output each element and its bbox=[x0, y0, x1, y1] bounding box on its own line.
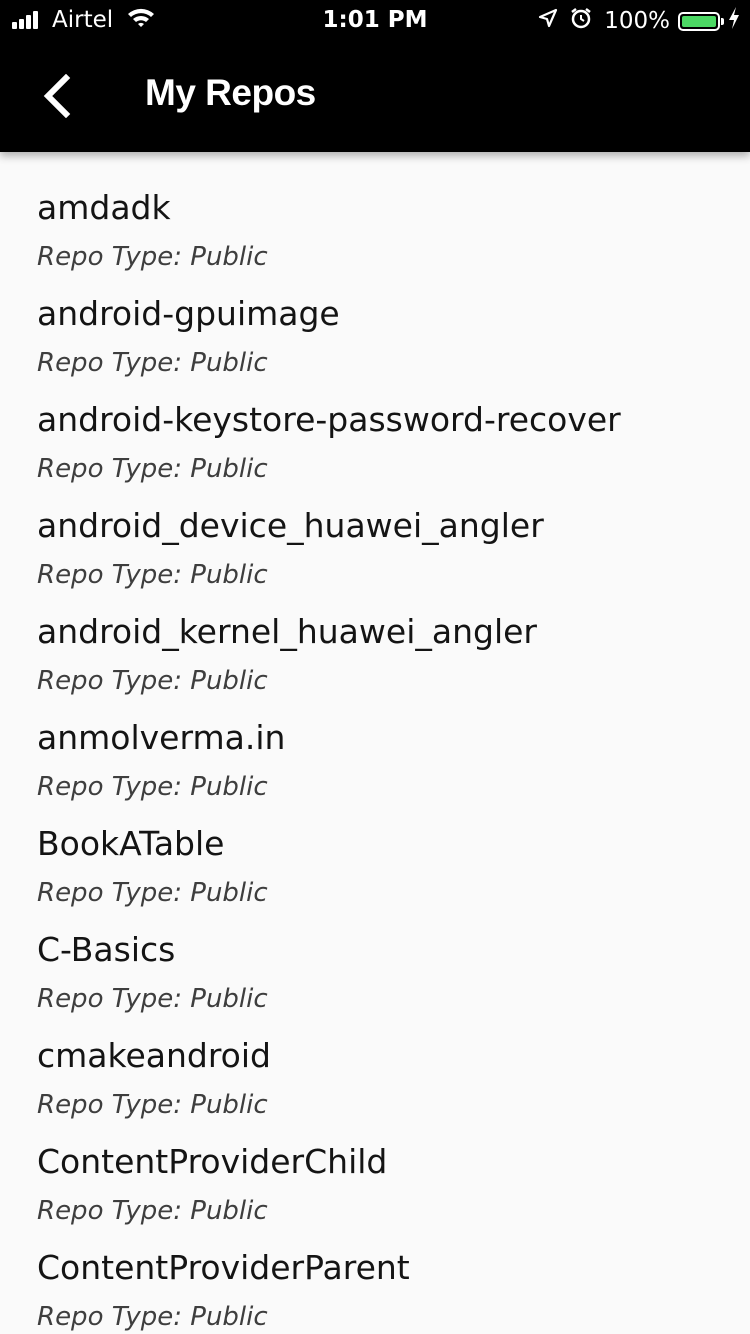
repo-name: ContentProviderParent bbox=[37, 1248, 410, 1287]
charging-icon bbox=[728, 7, 740, 35]
repo-type-label: Repo Type: Public bbox=[37, 560, 268, 590]
repo-list-item[interactable]: BookATable Repo Type: Public bbox=[0, 820, 750, 926]
app-bar: My Repos bbox=[0, 40, 750, 152]
repo-name: ContentProviderChild bbox=[37, 1142, 388, 1181]
status-bar: Airtel 1:01 PM 100% bbox=[0, 0, 750, 40]
repo-name: cmakeandroid bbox=[37, 1036, 271, 1075]
repo-name: android_kernel_huawei_angler bbox=[37, 612, 537, 651]
repo-name: C-Basics bbox=[37, 930, 176, 969]
battery-icon bbox=[678, 11, 720, 31]
repo-list-item[interactable]: android_device_huawei_angler Repo Type: P… bbox=[0, 502, 750, 608]
repo-list-item[interactable]: android-keystore-password-recover Repo Ty… bbox=[0, 396, 750, 502]
repo-list-item[interactable]: anmolverma.in Repo Type: Public bbox=[0, 714, 750, 820]
repo-list-item[interactable]: android_kernel_huawei_angler Repo Type: P… bbox=[0, 608, 750, 714]
alarm-icon bbox=[570, 7, 592, 35]
repo-type-label: Repo Type: Public bbox=[37, 878, 268, 908]
repo-type-label: Repo Type: Public bbox=[37, 1302, 268, 1332]
repo-type-label: Repo Type: Public bbox=[37, 348, 268, 378]
chevron-left-icon bbox=[43, 74, 71, 118]
repo-type-label: Repo Type: Public bbox=[37, 984, 268, 1014]
repo-type-label: Repo Type: Public bbox=[37, 454, 268, 484]
repo-type-label: Repo Type: Public bbox=[37, 1090, 268, 1120]
battery-nub bbox=[721, 17, 724, 25]
repo-name: BookATable bbox=[37, 824, 225, 863]
repo-type-label: Repo Type: Public bbox=[37, 666, 268, 696]
repo-type-label: Repo Type: Public bbox=[37, 772, 268, 802]
location-icon bbox=[538, 8, 558, 34]
battery-percent: 100% bbox=[604, 8, 670, 34]
repo-name: anmolverma.in bbox=[37, 718, 286, 757]
repo-name: android_device_huawei_angler bbox=[37, 506, 544, 545]
repo-name: amdadk bbox=[37, 188, 171, 227]
repo-list-item[interactable]: android-gpuimage Repo Type: Public bbox=[0, 290, 750, 396]
repo-list-item[interactable]: cmakeandroid Repo Type: Public bbox=[0, 1032, 750, 1138]
repo-list: amdadk Repo Type: Public android-gpuimage R… bbox=[0, 152, 750, 1334]
repo-list-item[interactable]: ContentProviderChild Repo Type: Public bbox=[0, 1138, 750, 1244]
repo-type-label: Repo Type: Public bbox=[37, 242, 268, 272]
repo-list-item[interactable]: ContentProviderParent Repo Type: Public bbox=[0, 1244, 750, 1334]
repo-list-item[interactable]: amdadk Repo Type: Public bbox=[0, 184, 750, 290]
repo-name: android-keystore-password-recover bbox=[37, 400, 621, 439]
repo-type-label: Repo Type: Public bbox=[37, 1196, 268, 1226]
page-title: My Repos bbox=[145, 72, 316, 113]
status-right: 100% bbox=[538, 7, 740, 35]
repo-list-item[interactable]: C-Basics Repo Type: Public bbox=[0, 926, 750, 1032]
battery-level-fill bbox=[682, 15, 716, 27]
back-button[interactable] bbox=[22, 58, 92, 134]
repo-name: android-gpuimage bbox=[37, 294, 340, 333]
